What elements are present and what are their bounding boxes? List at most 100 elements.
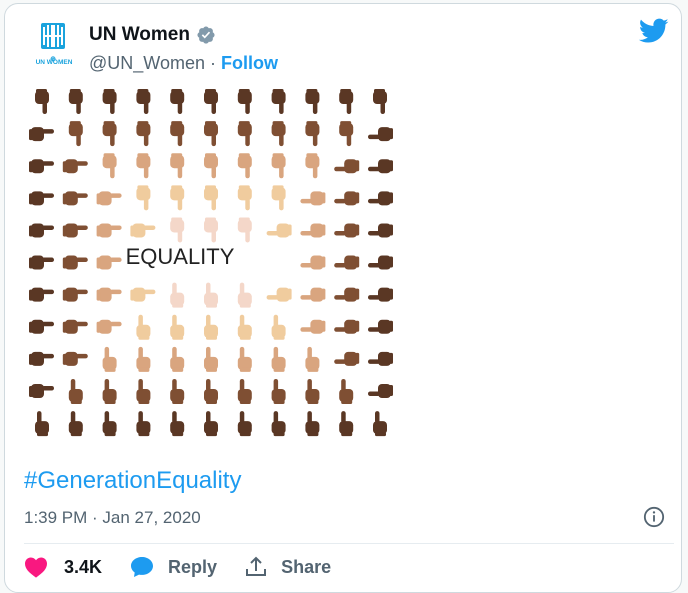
pointing-hand-icon	[68, 378, 83, 404]
pointing-hand-icon	[29, 223, 54, 238]
pointing-hand-icon	[368, 287, 393, 302]
pointing-hand-icon	[305, 89, 320, 114]
pointing-hand-icon	[62, 287, 88, 302]
pointing-hand-icon	[271, 314, 286, 340]
pointing-hand-icon	[136, 314, 151, 340]
pointing-hand-icon	[29, 127, 54, 142]
pointing-hand-icon	[300, 255, 326, 270]
pointing-hand-icon	[300, 191, 326, 206]
pointing-hand-icon	[368, 383, 393, 398]
pointing-hand-icon	[237, 314, 252, 340]
reply-button[interactable]: Reply	[130, 556, 217, 578]
pointing-hand-icon	[130, 223, 156, 238]
pointing-hand-icon	[204, 153, 218, 179]
pointing-hand-icon	[237, 89, 252, 114]
pointing-hand-icon	[368, 127, 393, 142]
pointing-hand-icon	[237, 153, 252, 179]
verified-badge-icon	[197, 26, 215, 44]
pointing-hand-icon	[334, 351, 360, 366]
pointing-hand-icon	[334, 287, 360, 302]
pointing-hand-icon	[136, 89, 151, 114]
pointing-hand-icon	[102, 411, 117, 437]
pointing-hand-icon	[136, 153, 151, 179]
pointing-hand-icon	[35, 411, 49, 437]
pointing-hand-icon	[29, 191, 54, 206]
pointing-hand-icon	[170, 378, 185, 404]
pointing-hand-icon	[334, 255, 360, 270]
pointing-hand-icon	[237, 121, 252, 147]
pointing-hand-icon	[368, 255, 393, 270]
pointing-hand-icon	[204, 89, 218, 114]
pointing-hand-icon	[368, 351, 393, 366]
pointing-hand-icon	[170, 346, 185, 372]
share-label: Share	[281, 556, 332, 577]
pointing-hand-icon	[204, 346, 218, 372]
pointing-hand-icon	[29, 319, 54, 334]
pointing-hand-icon	[339, 411, 354, 437]
pointing-hand-icon	[102, 89, 117, 114]
pointing-hand-icon	[237, 378, 252, 404]
pointing-hand-icon	[136, 346, 151, 372]
pointing-hand-icon	[339, 121, 354, 147]
pointing-hand-icon	[170, 185, 185, 211]
share-button[interactable]: Share	[245, 556, 331, 578]
pointing-hand-icon	[300, 287, 326, 302]
pointing-hand-icon	[373, 411, 387, 437]
pointing-hand-icon	[237, 282, 252, 308]
hashtag-link[interactable]: #GenerationEquality	[24, 467, 241, 495]
pointing-hand-icon	[96, 255, 122, 270]
pointing-hand-icon	[305, 153, 320, 179]
pointing-hand-icon	[204, 185, 218, 211]
pointing-hand-icon	[305, 411, 320, 437]
follow-button[interactable]: Follow	[221, 53, 278, 73]
reply-label: Reply	[168, 556, 218, 577]
pointing-hand-icon	[237, 346, 252, 372]
pointing-hand-icon	[102, 346, 117, 372]
pointing-hand-icon	[102, 121, 117, 147]
handle-row: @UN_Women · Follow	[89, 53, 278, 74]
pointing-hand-icon	[339, 89, 354, 114]
pointing-hand-icon	[204, 282, 218, 308]
pointing-hand-icon	[62, 159, 88, 174]
pointing-hand-icon	[300, 319, 326, 334]
pointing-hand-icon	[68, 121, 83, 147]
pointing-hand-icon	[271, 121, 286, 147]
pointing-hand-icon	[373, 89, 387, 114]
like-button[interactable]: 3.4K	[24, 556, 102, 578]
pointing-hand-icon	[29, 287, 54, 302]
pointing-hand-icon	[170, 314, 185, 340]
separator: ·	[210, 53, 216, 73]
pointing-hand-icon	[102, 378, 117, 404]
pointing-hand-icon	[130, 287, 156, 302]
pointing-hand-icon	[170, 153, 185, 179]
twitter-bird-icon[interactable]	[639, 18, 669, 44]
pointing-hand-icon	[305, 378, 320, 404]
pointing-hand-icon	[62, 319, 88, 334]
pointing-hand-icon	[334, 159, 360, 174]
action-bar: 3.4K Reply Share	[24, 556, 331, 578]
pointing-hand-icon	[339, 378, 354, 404]
pointing-hand-icon	[368, 319, 393, 334]
pointing-hand-icon	[170, 217, 185, 243]
pointing-hand-icon	[136, 121, 151, 147]
pointing-hand-icon	[29, 383, 54, 398]
pointing-hand-icon	[266, 287, 292, 302]
pointing-hand-icon	[29, 255, 54, 270]
display-name[interactable]: UN Women	[89, 24, 216, 46]
pointing-hand-icon	[368, 223, 393, 238]
info-icon[interactable]	[643, 506, 665, 528]
pointing-hand-icon	[334, 223, 360, 238]
pointing-hand-icon	[334, 191, 360, 206]
handle[interactable]: @UN_Women	[89, 53, 205, 73]
pointing-hand-icon	[136, 185, 151, 211]
tweet-timestamp[interactable]: 1:39 PM · Jan 27, 2020	[24, 508, 201, 528]
display-name-text: UN Women	[89, 24, 190, 45]
pointing-hand-icon	[102, 153, 117, 179]
pointing-hand-icon	[62, 223, 88, 238]
like-count: 3.4K	[64, 556, 103, 577]
tweet-image[interactable]: EQUALITY	[25, 88, 397, 438]
pointing-hand-icon	[300, 223, 326, 238]
pointing-hand-icon	[237, 185, 252, 211]
pointing-hand-icon	[368, 159, 393, 174]
pointing-hand-icon	[68, 89, 83, 114]
